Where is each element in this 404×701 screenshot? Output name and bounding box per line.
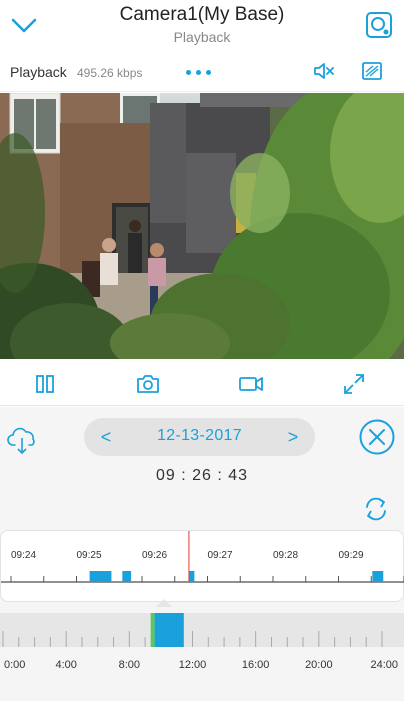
status-label: Playback bbox=[10, 64, 67, 80]
record-icon bbox=[239, 377, 263, 391]
refresh-icon bbox=[366, 497, 386, 521]
overview-label: 12:00 bbox=[179, 659, 207, 671]
timeline-label: 09:27 bbox=[208, 550, 233, 561]
split-view-button[interactable] bbox=[32, 371, 58, 397]
event-marker[interactable] bbox=[122, 571, 132, 582]
overview-label: 8:00 bbox=[119, 659, 140, 671]
overview-label: 0:00 bbox=[4, 659, 25, 671]
next-date-button[interactable]: > bbox=[281, 424, 305, 450]
overview-track bbox=[0, 613, 404, 647]
recording-segment[interactable] bbox=[150, 613, 155, 647]
fullscreen-button[interactable] bbox=[341, 371, 367, 397]
overview-label: 4:00 bbox=[55, 659, 76, 671]
header: Camera1(My Base) Playback bbox=[0, 0, 404, 52]
page-dot bbox=[205, 69, 211, 75]
download-button[interactable] bbox=[6, 423, 40, 457]
control-bar bbox=[0, 360, 404, 406]
page-subtitle: Playback bbox=[173, 29, 231, 45]
detail-timeline[interactable]: 09:24 09:25 09:26 09:27 09:28 09:29 bbox=[0, 519, 404, 602]
overview-label: 24:00 bbox=[370, 659, 398, 671]
page-dot bbox=[185, 69, 191, 75]
fullscreen-icon bbox=[344, 374, 364, 394]
overview-timeline[interactable]: 0:00 4:00 8:00 12:00 16:00 20:00 24:00 bbox=[0, 613, 404, 701]
timeline-label: 09:29 bbox=[339, 550, 364, 561]
refresh-button[interactable] bbox=[362, 495, 390, 523]
event-marker[interactable] bbox=[100, 571, 112, 582]
timeline-label: 09:28 bbox=[273, 550, 298, 561]
overview-label: 16:00 bbox=[242, 659, 270, 671]
cloud-download-icon bbox=[7, 427, 35, 455]
close-icon bbox=[359, 419, 395, 455]
timeline-label: 09:25 bbox=[77, 550, 102, 561]
recording-segment[interactable] bbox=[154, 613, 184, 647]
detail-timeline-graphic: 09:24 09:25 09:26 09:27 09:28 09:29 bbox=[1, 519, 404, 583]
event-marker[interactable] bbox=[372, 571, 384, 582]
status-bar: Playback 495.26 kbps bbox=[0, 52, 404, 92]
speaker-mute-icon bbox=[314, 63, 334, 79]
event-marker[interactable] bbox=[188, 571, 195, 582]
event-marker[interactable] bbox=[89, 571, 101, 582]
hd-quality-icon bbox=[362, 62, 382, 80]
close-playback-button[interactable] bbox=[358, 418, 396, 456]
date-selector: < 12-13-2017 > bbox=[84, 418, 315, 456]
video-player[interactable] bbox=[0, 93, 404, 359]
mute-button[interactable] bbox=[312, 59, 336, 83]
overview-label: 20:00 bbox=[305, 659, 333, 671]
current-time: 09 : 26 : 43 bbox=[155, 467, 249, 484]
quality-button[interactable] bbox=[360, 59, 384, 83]
camera-settings-button[interactable] bbox=[364, 10, 394, 40]
timeline-label: 09:24 bbox=[11, 550, 36, 561]
page-indicator[interactable] bbox=[180, 66, 216, 78]
timeline-pointer bbox=[156, 599, 172, 607]
page-title: Camera1(My Base) bbox=[119, 4, 285, 25]
camera-settings-icon bbox=[366, 12, 392, 38]
timeline-label: 09:26 bbox=[142, 550, 167, 561]
video-frame bbox=[0, 93, 404, 359]
bitrate-text: 495.26 kbps bbox=[77, 66, 143, 80]
snapshot-button[interactable] bbox=[135, 371, 161, 397]
record-button[interactable] bbox=[238, 371, 264, 397]
playback-panel: < 12-13-2017 > 09 : 26 : 43 09:24 09:25 09… bbox=[0, 407, 404, 701]
split-view-icon bbox=[36, 375, 54, 393]
page-dot bbox=[195, 69, 201, 75]
snapshot-icon bbox=[137, 375, 159, 393]
overview-timeline-graphic: 0:00 4:00 8:00 12:00 16:00 20:00 24:00 bbox=[0, 613, 404, 671]
